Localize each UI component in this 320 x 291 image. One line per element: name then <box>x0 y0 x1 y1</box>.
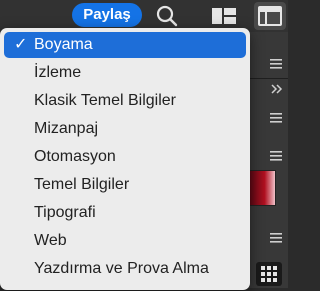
workspace-menu: ✓ Boyama İzleme Klasik Temel Bilgiler Mi… <box>0 28 250 290</box>
menu-item-label: Boyama <box>34 36 93 53</box>
menu-item-label: Yazdırma ve Prova Alma <box>34 260 209 277</box>
menu-item-mizanpaj[interactable]: Mizanpaj <box>4 116 246 142</box>
menu-item-otomasyon[interactable]: Otomasyon <box>4 144 246 170</box>
menu-item-label: Temel Bilgiler <box>34 176 130 193</box>
check-icon: ✓ <box>14 36 28 53</box>
menu-item-web[interactable]: Web <box>4 228 246 254</box>
workspace-switcher-icon[interactable] <box>210 4 238 28</box>
menu-item-izleme[interactable]: İzleme <box>4 60 246 86</box>
collapse-chevrons-icon[interactable] <box>248 80 288 102</box>
menu-item-label: Otomasyon <box>34 148 116 165</box>
menu-item-label: Web <box>34 232 67 249</box>
menu-item-temel-bilgiler[interactable]: Temel Bilgiler <box>4 172 246 198</box>
menu-item-yazdirma-ve-prova-alma[interactable]: Yazdırma ve Prova Alma <box>4 256 246 282</box>
panel-toggle-icon[interactable] <box>254 2 286 30</box>
panel-menu-icon[interactable] <box>270 110 282 123</box>
menu-item-boyama[interactable]: ✓ Boyama <box>4 32 246 58</box>
menu-item-label: Mizanpaj <box>34 120 99 137</box>
menu-item-tipografi[interactable]: Tipografi <box>4 200 246 226</box>
grid-icon[interactable] <box>256 262 282 286</box>
menu-item-klasik-temel-bilgiler[interactable]: Klasik Temel Bilgiler <box>4 88 246 114</box>
menu-item-label: Klasik Temel Bilgiler <box>34 92 176 109</box>
gradient-swatch[interactable] <box>248 170 276 206</box>
panel-menu-icon[interactable] <box>270 230 282 243</box>
menu-item-label: Tipografi <box>34 204 96 221</box>
panel-menu-icon[interactable] <box>270 148 282 161</box>
search-icon[interactable] <box>154 4 180 28</box>
share-button[interactable]: Paylaş <box>72 3 142 27</box>
panel-divider <box>248 78 288 79</box>
menu-item-label: İzleme <box>34 64 82 81</box>
panel-menu-icon[interactable] <box>270 56 282 69</box>
